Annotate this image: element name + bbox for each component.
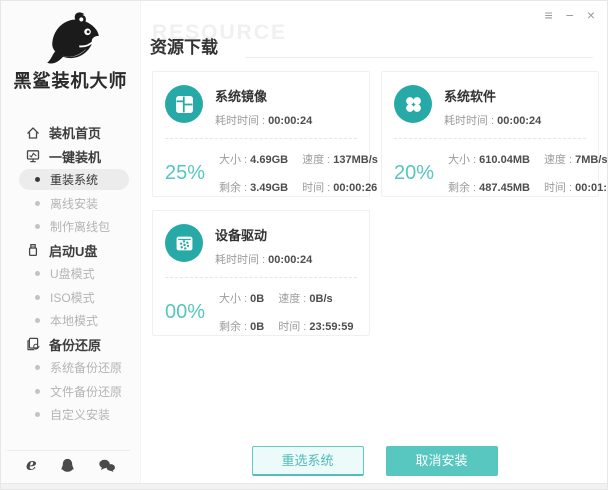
card-divider (165, 138, 357, 139)
sidebar-item-label: 制作离线包 (50, 218, 110, 235)
sidebar-item-file-backup-restore[interactable]: 文件备份还原 (1, 380, 140, 404)
sidebar-item-backup-restore[interactable]: 备份还原 (1, 333, 140, 357)
stat-speed: 速度 : 0B/s (278, 290, 353, 306)
sidebar-item-offline-install[interactable]: 离线安装 (1, 192, 140, 216)
card-elapsed: 耗时时间 : 00:00:24 (215, 112, 312, 128)
page-header: RESOURCE 资源下载 (150, 21, 599, 61)
app-window: ≡ − × 黑鲨装机大师 装机首页 (0, 0, 608, 490)
sidebar-item-usb-mode[interactable]: U盘模式 (1, 262, 140, 286)
bullet-icon (35, 365, 40, 370)
window-menu-icon[interactable]: ≡ (544, 7, 552, 23)
card-stats: 大小 : 4.69GB 速度 : 137MB/s 剩余 : 3.49GB 时间 … (219, 151, 378, 195)
bullet-icon (35, 389, 40, 394)
shark-logo-icon (40, 11, 102, 65)
stat-size: 大小 : 610.04MB (448, 151, 530, 167)
reselect-system-button[interactable]: 重选系统 (252, 446, 364, 476)
card-title: 系统软件 (444, 86, 541, 105)
bullet-icon (35, 295, 40, 300)
sidebar-item-label: 本地模式 (50, 312, 98, 329)
progress-percent: 25% (165, 162, 209, 185)
sidebar-item-label: 离线安装 (50, 195, 98, 212)
sidebar-item-local-mode[interactable]: 本地模式 (1, 309, 140, 333)
card-stats: 大小 : 610.04MB 速度 : 7MB/s 剩余 : 487.45MB 时… (448, 151, 608, 195)
home-icon (25, 125, 41, 141)
card-title: 系统镜像 (215, 86, 312, 105)
window-controls: ≡ − × (544, 7, 595, 23)
progress-percent: 00% (165, 301, 209, 324)
bullet-icon (35, 224, 40, 229)
sidebar-divider (7, 450, 130, 451)
stat-time: 时间 : 00:01:14 (544, 179, 608, 195)
sidebar-item-label: U盘模式 (50, 265, 95, 282)
card-system-image: 系统镜像 耗时时间 : 00:00:24 25% 大小 : 4.69GB 速度 … (152, 71, 370, 197)
stat-speed: 速度 : 137MB/s (302, 151, 378, 167)
sidebar-item-iso-mode[interactable]: ISO模式 (1, 286, 140, 310)
sidebar-item-label: 重装系统 (50, 171, 98, 188)
close-icon[interactable]: × (587, 7, 595, 23)
usb-icon (25, 242, 41, 258)
qq-icon[interactable] (59, 457, 76, 474)
sidebar-item-label: 一键装机 (49, 147, 101, 166)
system-image-icon (165, 85, 203, 123)
title-rule (245, 57, 593, 58)
sidebar-item-label: 文件备份还原 (50, 383, 122, 400)
sidebar-item-label: 系统备份还原 (50, 359, 122, 376)
card-divider (394, 138, 586, 139)
sidebar-item-custom-install[interactable]: 自定义安装 (1, 403, 140, 427)
stat-speed: 速度 : 7MB/s (544, 151, 608, 167)
card-divider (165, 277, 357, 278)
sidebar-item-label: 备份还原 (49, 335, 101, 354)
system-software-icon (394, 85, 432, 123)
stat-remaining: 剩余 : 0B (219, 318, 264, 334)
bullet-icon (35, 318, 40, 323)
cancel-install-button[interactable]: 取消安装 (386, 446, 498, 476)
monitor-icon (25, 148, 41, 164)
bullet-icon (35, 201, 40, 206)
sidebar-quick-icons: e (1, 453, 141, 477)
stat-remaining: 剩余 : 487.45MB (448, 179, 530, 195)
backup-restore-icon (25, 336, 41, 352)
bullet-icon (35, 412, 40, 417)
app-logo: 黑鲨装机大师 (1, 1, 140, 93)
sidebar-item-make-offline-pack[interactable]: 制作离线包 (1, 215, 140, 239)
card-device-driver: 设备驱动 耗时时间 : 00:00:24 00% 大小 : 0B 速度 : 0B… (152, 210, 370, 336)
stat-size: 大小 : 4.69GB (219, 151, 288, 167)
sidebar-item-system-backup-restore[interactable]: 系统备份还原 (1, 356, 140, 380)
card-title: 设备驱动 (215, 225, 312, 244)
bottom-strip (1, 483, 607, 489)
app-name: 黑鲨装机大师 (1, 67, 140, 93)
sidebar-item-label: 装机首页 (49, 123, 101, 142)
minimize-icon[interactable]: − (566, 7, 574, 23)
card-system-software: 系统软件 耗时时间 : 00:00:24 20% 大小 : 610.04MB 速… (381, 71, 599, 197)
download-cards: 系统镜像 耗时时间 : 00:00:24 25% 大小 : 4.69GB 速度 … (152, 71, 599, 336)
stat-time: 时间 : 23:59:59 (278, 318, 353, 334)
card-stats: 大小 : 0B 速度 : 0B/s 剩余 : 0B 时间 : 23:59:59 (219, 290, 353, 334)
sidebar-item-label: ISO模式 (50, 289, 95, 306)
sidebar-item-one-key-install[interactable]: 一键装机 (1, 145, 140, 169)
main-content: RESOURCE 资源下载 系统镜像 耗时时间 : 00:00:24 (142, 1, 607, 483)
stat-remaining: 剩余 : 3.49GB (219, 179, 288, 195)
sidebar-item-boot-usb[interactable]: 启动U盘 (1, 239, 140, 263)
sidebar: 黑鲨装机大师 装机首页 一键装机 重装系统 离线安装 制作离线包 (1, 1, 141, 483)
card-elapsed: 耗时时间 : 00:00:24 (215, 251, 312, 267)
stat-size: 大小 : 0B (219, 290, 264, 306)
bullet-icon (35, 271, 40, 276)
sidebar-item-reinstall-system[interactable]: 重装系统 (1, 168, 140, 192)
bullet-icon (35, 177, 40, 182)
sidebar-menu: 装机首页 一键装机 重装系统 离线安装 制作离线包 启动U盘 (1, 121, 140, 427)
device-driver-icon (165, 224, 203, 262)
footer-actions: 重选系统 取消安装 (142, 446, 607, 476)
chat-icon[interactable] (98, 458, 116, 473)
ie-browser-icon[interactable]: e (26, 457, 37, 473)
sidebar-item-label: 启动U盘 (49, 241, 97, 260)
page-title: 资源下载 (150, 33, 218, 58)
progress-percent: 20% (394, 162, 438, 185)
sidebar-item-label: 自定义安装 (50, 406, 110, 423)
card-elapsed: 耗时时间 : 00:00:24 (444, 112, 541, 128)
sidebar-item-install-home[interactable]: 装机首页 (1, 121, 140, 145)
stat-time: 时间 : 00:00:26 (302, 179, 378, 195)
